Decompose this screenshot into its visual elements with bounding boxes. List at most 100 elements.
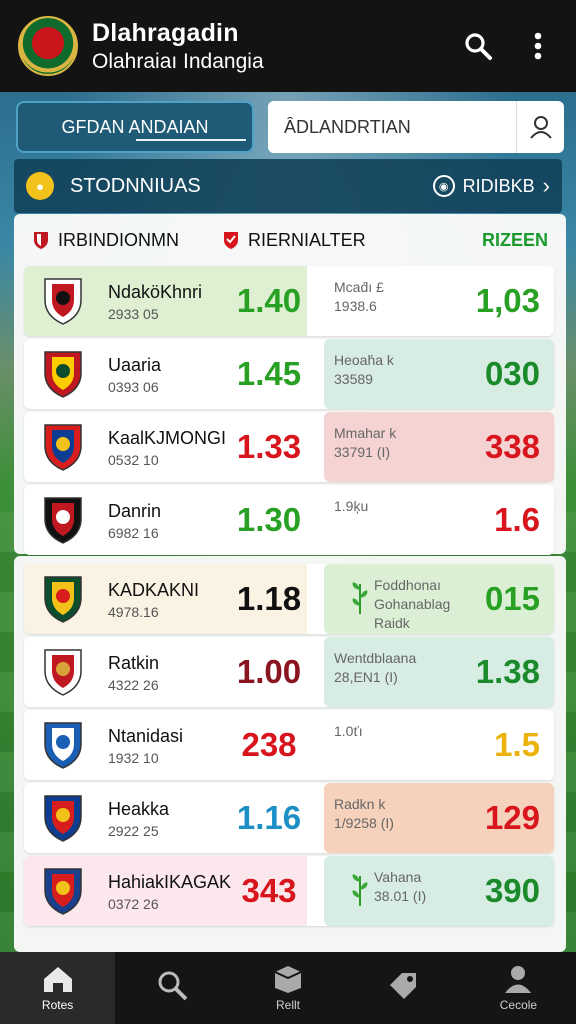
odd-away[interactable]: 390 [450,872,540,910]
nav-item-home[interactable]: Rotes [0,952,116,1024]
nav-item-profile[interactable]: Cecole [461,952,576,1024]
odd-home[interactable]: 1.16 [224,799,314,837]
team-crest-icon [42,720,84,770]
shield-check-icon [224,232,238,249]
matches-card: IRBINDIONMN RIERNIALTER RIZEEN NdaköKhnr… [14,214,566,555]
leaf-icon [349,580,371,616]
team-code: 4978.16 [108,604,159,620]
match-row[interactable]: KADKAKNI 4978.16 1.18 Foddhonaı Gohanablag … [24,564,554,634]
odd-home[interactable]: 1.30 [224,501,314,539]
column-right-label: RIZEEN [481,229,548,250]
column-result: RIERNIALTER [222,230,482,251]
match-note: Wentdblaana 28,EN1 (I) [334,650,417,685]
team-name: NdaköKhnri [108,282,203,302]
nav-item-home-label: Rotes [41,998,74,1012]
nav-item-tags[interactable] [346,952,461,1024]
kebab-menu-icon [534,32,542,60]
match-row[interactable]: Ratkin 4322 26 1.00 Wentdblaana 28,EN1 (I) 1… [24,637,554,707]
match-note: Mcad́ı £ 1938.6 [334,279,384,314]
standings-icon: ● [26,172,54,200]
tab-button[interactable]: GFDAN ANDAIAN [16,101,254,153]
team-crest-icon [42,276,84,326]
team-crest-icon [42,793,84,843]
standings-link-label: RIDIBKB [462,175,535,196]
team-code: 2922 25 [108,823,159,839]
nav-item-result[interactable]: Rellt [230,952,345,1024]
odd-away[interactable]: 1.38 [450,653,540,691]
app-header: Dlahragadin Olahraiaı Indangia [0,0,576,92]
tag-icon [390,973,417,999]
team-code: 0372 26 [108,896,159,912]
odd-away[interactable]: 015 [450,580,540,618]
odd-home[interactable]: 1.40 [224,282,314,320]
match-row[interactable]: Uaaria 0393 06 1.45 Heoah́a k 33589 030 [24,339,554,409]
odd-home[interactable]: 1.18 [224,580,314,618]
team-code: 0532 10 [108,452,159,468]
nav-item-search[interactable] [115,952,230,1024]
matches-card-2: KADKAKNI 4978.16 1.18 Foddhonaı Gohanablag … [14,556,566,952]
shield-icon [34,232,48,249]
match-row[interactable]: Heakka 2922 25 1.16 Radkn k 1/9258 (I) 129 [24,783,554,853]
team-code: 0393 06 [108,379,159,395]
column-teams: IRBINDIONMN [32,230,222,251]
match-row[interactable]: Ntanidasi 1932 10 238 1.0ťı 1.5 [24,710,554,780]
search-bar [268,101,564,153]
team-name: Ntanidasi [108,726,184,746]
odd-away[interactable]: 129 [450,799,540,837]
team-crest-icon [42,647,84,697]
odd-home[interactable]: 1.45 [224,355,314,393]
team-crest-icon [42,866,84,916]
search-input[interactable] [268,101,516,153]
odd-away[interactable]: 1,03 [450,282,540,320]
odd-away[interactable]: 1.6 [450,501,540,539]
match-note: 1.0ťı [334,723,363,739]
match-note: Mmahar k 33791 (I) [334,425,397,460]
standings-label: STODNNIUAS [70,174,201,197]
team-code: 2933 05 [108,306,159,322]
search-button[interactable] [458,26,498,66]
box-icon [274,966,302,993]
user-search-icon [529,116,552,139]
column-header: IRBINDIONMN RIERNIALTER RIZEEN [14,214,566,266]
leaf-icon [349,872,371,908]
odd-away[interactable]: 338 [450,428,540,466]
search-icon [465,33,492,60]
match-note: Heoah́a k 33589 [334,352,394,387]
app-title: Dlahragadin [92,18,239,47]
odd-home[interactable]: 1.33 [224,428,314,466]
overflow-menu-button[interactable] [518,26,558,66]
match-note: Radkn k 1/9258 (I) [334,796,394,831]
team-name: HahiakIKAGAK [108,872,232,892]
match-row[interactable]: Danrin 6982 16 1.30 1.9ķu 1.6 [24,485,554,555]
team-code: 1932 10 [108,750,159,766]
team-crest-icon [42,349,84,399]
circle-icon: ◉ [432,175,455,197]
odd-away[interactable]: 1.5 [450,726,540,764]
profile-icon [505,966,532,993]
column-result-label: RIERNIALTER [248,229,366,250]
nav-item-profile-label: Cecole [499,998,538,1012]
team-name: Ratkin [108,653,160,673]
nav-item-result-label: Rellt [276,998,301,1012]
odd-away[interactable]: 030 [450,355,540,393]
match-row[interactable]: HahiakIKAGAK 0372 26 343 Vahana 38.01 (I) 39… [24,856,554,926]
standings-link[interactable]: ◉ RIDIBKB › [432,173,550,199]
standings-bar[interactable]: ● STODNNIUAS ◉ RIDIBKB › [14,159,562,213]
bottom-navigation: Rotes Rellt Cecole [0,952,576,1024]
team-code: 6982 16 [108,525,159,541]
search-user-button[interactable] [516,101,564,153]
match-note: 1.9ķu [334,498,369,514]
odd-home[interactable]: 343 [224,872,314,910]
match-row[interactable]: NdaköKhnri 2933 05 1.40 Mcad́ı £ 1938.6 1,03 [24,266,554,336]
team-name: Heakka [108,799,170,819]
odd-home[interactable]: 238 [224,726,314,764]
team-name: KADKAKNI [108,580,200,600]
app-subtitle: Olahraiaı Indangia [92,49,264,73]
match-row[interactable]: KaalKJMONGI 0532 10 1.33 Mmahar k 33791 (I)… [24,412,554,482]
club-crest-logo [18,16,78,76]
home-icon [43,967,72,992]
team-code: 4322 26 [108,677,159,693]
header-titles: Dlahragadin Olahraiaı Indangia [92,19,438,74]
odd-home[interactable]: 1.00 [224,653,314,691]
filter-controls: GFDAN ANDAIAN [16,101,564,153]
